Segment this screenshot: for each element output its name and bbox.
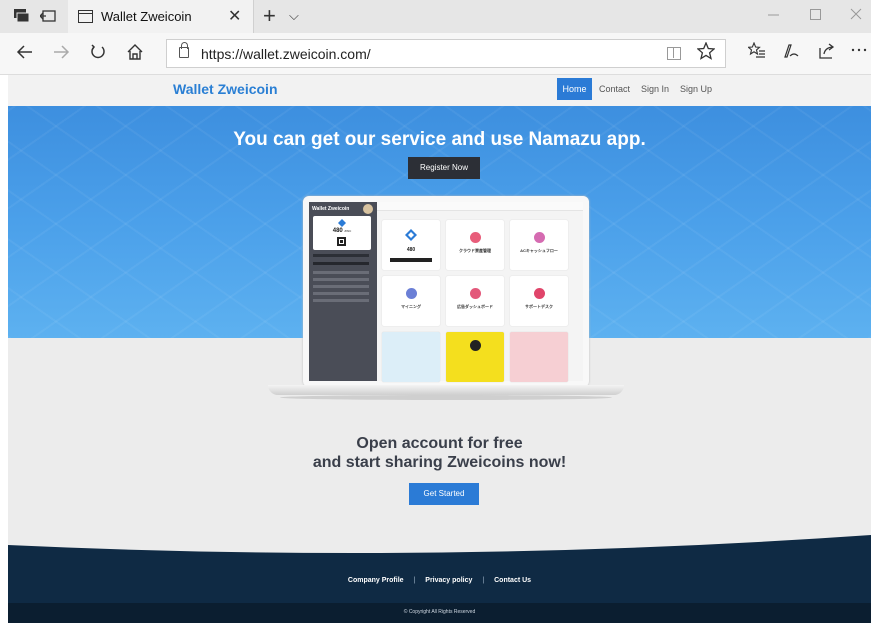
zweicoin-logo-icon bbox=[338, 219, 346, 227]
laptop-shadow bbox=[280, 395, 612, 400]
web-page: Wallet Zweicoin Home Contact Sign In Sig… bbox=[8, 75, 871, 623]
hero-title: You can get our service and use Namazu a… bbox=[233, 129, 646, 150]
footer-privacy-policy-link[interactable]: Privacy policy bbox=[425, 577, 472, 584]
avatar bbox=[363, 204, 373, 214]
back-icon[interactable] bbox=[16, 43, 34, 66]
app-card-balance: 480 bbox=[382, 220, 440, 270]
nav-sign-up-link[interactable]: Sign Up bbox=[680, 84, 712, 94]
app-balance-card: 480 ZWC bbox=[313, 216, 371, 250]
url-text[interactable]: https://wallet.zweicoin.com/ bbox=[201, 46, 371, 62]
browser-tab-bar: Wallet Zweicoin ✕ + ⌵ bbox=[0, 0, 871, 33]
app-card-button bbox=[390, 258, 432, 262]
chevron-down-icon[interactable]: ⌵ bbox=[289, 8, 299, 24]
nav-contact-link[interactable]: Contact bbox=[599, 84, 630, 94]
tab-title: Wallet Zweicoin bbox=[101, 9, 192, 24]
reading-view-icon[interactable] bbox=[667, 47, 681, 60]
cta-heading-line2: and start sharing Zweicoins now! bbox=[312, 454, 567, 471]
tab-list-icon[interactable] bbox=[14, 9, 30, 23]
cloud-asset-icon bbox=[470, 232, 481, 243]
new-tab-icon[interactable]: + bbox=[263, 3, 276, 29]
footer-bottom-bar: © Copyright All Rights Reserved bbox=[8, 603, 871, 623]
app-card-balance-value: 480 bbox=[406, 247, 416, 253]
window-close-icon[interactable] bbox=[850, 7, 862, 24]
app-card: クラウド資産管理 bbox=[446, 220, 504, 270]
laptop-base bbox=[268, 385, 624, 395]
cta-heading-line1: Open account for free bbox=[356, 435, 523, 452]
address-bar[interactable]: https://wallet.zweicoin.com/ bbox=[166, 39, 726, 68]
ad-dashboard-icon bbox=[470, 288, 481, 299]
favorite-star-icon[interactable] bbox=[696, 41, 716, 65]
app-card: 広告ダッシュボード bbox=[446, 276, 504, 326]
app-card-label: 広告ダッシュボード bbox=[457, 304, 493, 309]
home-icon[interactable] bbox=[126, 43, 144, 66]
brand-logo[interactable]: Wallet Zweicoin bbox=[173, 81, 278, 97]
app-card-label: マイニング bbox=[401, 304, 421, 309]
app-card-label: サポートデスク bbox=[525, 304, 553, 309]
app-menu-item bbox=[313, 278, 369, 281]
app-card: ACキャッシュフロー bbox=[510, 220, 568, 270]
app-card: マイニング bbox=[382, 276, 440, 326]
mining-icon bbox=[406, 288, 417, 299]
maximize-icon[interactable] bbox=[810, 7, 822, 24]
app-card-label: クラウド資産管理 bbox=[459, 248, 491, 253]
app-menu-item bbox=[313, 271, 369, 274]
register-now-button[interactable]: Register Now bbox=[408, 157, 480, 179]
app-menu-item bbox=[313, 292, 369, 295]
laptop-mockup: Wallet Zweicoin 480 ZWC 480 クラウド資産管理 ACキ… bbox=[303, 196, 589, 387]
footer-contact-us-link[interactable]: Contact Us bbox=[494, 577, 531, 584]
lock-icon bbox=[179, 42, 189, 58]
app-menu-item bbox=[313, 299, 369, 302]
favorites-list-icon[interactable] bbox=[747, 41, 766, 65]
nav-home-link[interactable]: Home bbox=[557, 78, 592, 100]
browser-toolbar: https://wallet.zweicoin.com/ bbox=[0, 33, 871, 75]
get-started-button[interactable]: Get Started bbox=[409, 483, 479, 505]
nav-sign-in-link[interactable]: Sign In bbox=[641, 84, 669, 94]
app-card-label: ACキャッシュフロー bbox=[520, 248, 558, 253]
promo-icon bbox=[470, 340, 481, 351]
app-topbar bbox=[377, 202, 583, 211]
footer-separator: | bbox=[482, 577, 485, 584]
more-icon[interactable] bbox=[850, 39, 868, 62]
cashflow-icon bbox=[534, 232, 545, 243]
app-card bbox=[510, 332, 568, 382]
set-aside-tabs-icon[interactable] bbox=[39, 9, 56, 23]
app-menu-item bbox=[313, 262, 369, 265]
footer-separator: | bbox=[413, 577, 416, 584]
app-main-panel: 480 クラウド資産管理 ACキャッシュフロー マイニング 広告ダッシュボード bbox=[377, 202, 583, 382]
refresh-icon[interactable] bbox=[89, 43, 107, 66]
app-balance-value: 480 ZWC bbox=[332, 228, 352, 234]
page-icon bbox=[78, 10, 93, 23]
zweicoin-logo-icon bbox=[405, 229, 417, 241]
app-sidebar: Wallet Zweicoin 480 ZWC bbox=[309, 202, 377, 381]
app-card bbox=[382, 332, 440, 382]
copyright-text: © Copyright All Rights Reserved bbox=[403, 609, 476, 615]
share-icon[interactable] bbox=[818, 42, 836, 65]
pen-icon[interactable] bbox=[782, 42, 800, 65]
footer-links: Company Profile | Privacy policy | Conta… bbox=[8, 577, 871, 584]
app-card bbox=[446, 332, 504, 382]
app-sidebar-title: Wallet Zweicoin bbox=[312, 206, 350, 212]
app-menu-item bbox=[313, 285, 369, 288]
qr-code-icon bbox=[337, 237, 346, 246]
footer-company-profile-link[interactable]: Company Profile bbox=[348, 577, 404, 584]
site-navbar: Wallet Zweicoin Home Contact Sign In Sig… bbox=[8, 75, 871, 106]
close-icon[interactable]: ✕ bbox=[228, 6, 241, 26]
app-card: サポートデスク bbox=[510, 276, 568, 326]
forward-icon[interactable] bbox=[52, 43, 70, 66]
browser-tab[interactable]: Wallet Zweicoin ✕ bbox=[68, 0, 254, 33]
app-menu-item bbox=[313, 254, 369, 257]
support-desk-icon bbox=[534, 288, 545, 299]
minimize-icon[interactable] bbox=[768, 7, 780, 24]
